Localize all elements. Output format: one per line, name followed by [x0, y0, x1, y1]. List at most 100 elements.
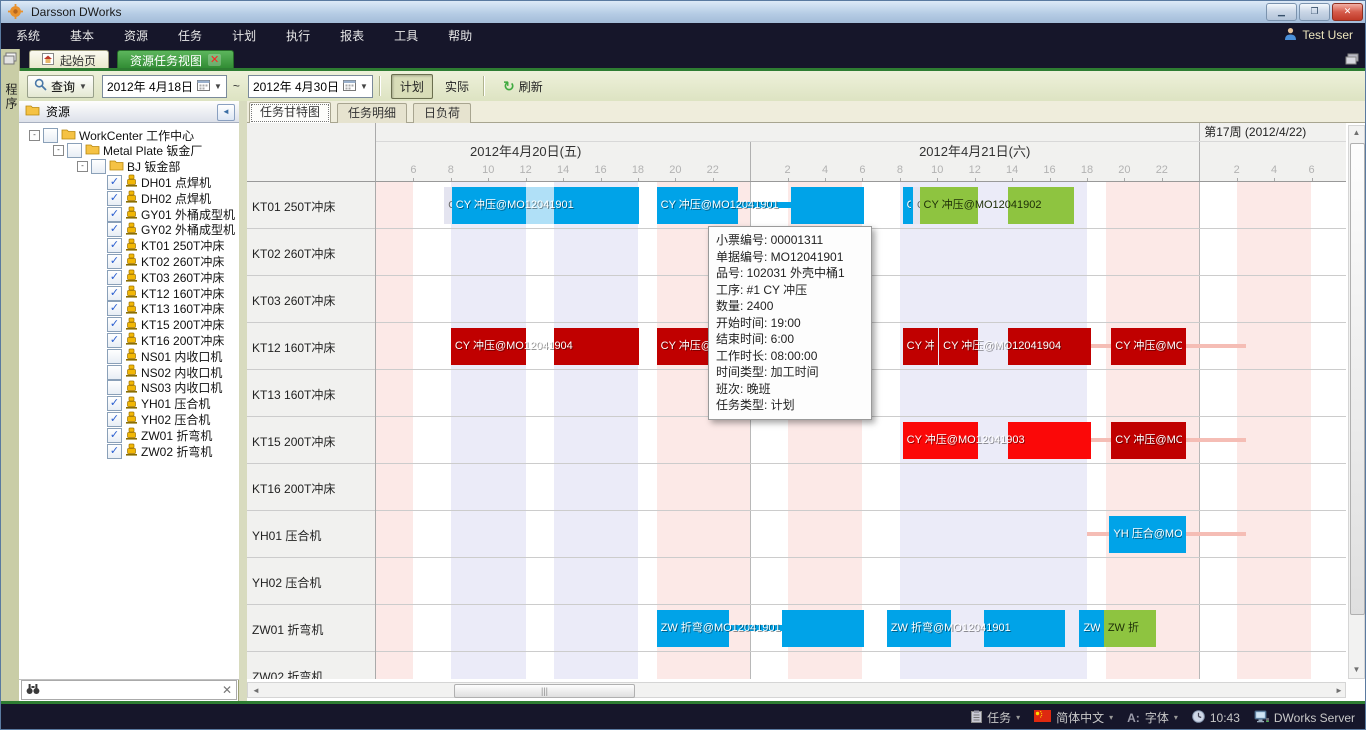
- tree-folder-node[interactable]: -BJ 钣金部: [77, 159, 180, 175]
- tab-close-icon[interactable]: ✕: [208, 54, 221, 66]
- window-list-icon[interactable]: [1345, 53, 1359, 68]
- tree-leaf-node[interactable]: ✓KT15 200T冲床: [107, 317, 224, 333]
- status-item-10:43[interactable]: 10:43: [1192, 710, 1240, 726]
- tree-leaf-node[interactable]: ✓DH02 点焊机: [107, 190, 211, 206]
- tree-checkbox[interactable]: ✓: [107, 238, 122, 253]
- tree-checkbox[interactable]: ✓: [107, 254, 122, 269]
- tree-checkbox[interactable]: [107, 349, 122, 364]
- tree-checkbox[interactable]: [107, 380, 122, 395]
- horizontal-scroll-thumb[interactable]: |||: [454, 684, 635, 698]
- task-bar-label[interactable]: CY 冲压@MO12041904: [943, 328, 1087, 365]
- scroll-left-arrow[interactable]: ◄: [250, 686, 262, 696]
- tree-checkbox[interactable]: [43, 128, 58, 143]
- query-button[interactable]: 查询 ▼: [27, 75, 94, 98]
- task-bar-label[interactable]: C: [907, 187, 911, 224]
- view-tab-日负荷[interactable]: 日负荷: [413, 103, 471, 123]
- tab-resource-task-view[interactable]: 资源任务视图 ✕: [117, 50, 234, 69]
- tree-checkbox[interactable]: ✓: [107, 301, 122, 316]
- tree-expander-icon[interactable]: -: [29, 130, 40, 141]
- tree-checkbox[interactable]: [67, 143, 82, 158]
- title-bar[interactable]: Darsson DWorks ▁ ❐ ✕: [1, 1, 1366, 24]
- tree-search-box[interactable]: ✕: [21, 680, 237, 700]
- side-strip-label[interactable]: 程序: [3, 83, 20, 111]
- task-bar-label[interactable]: CY 冲: [907, 328, 935, 365]
- tree-leaf-node[interactable]: ✓KT12 160T冲床: [107, 285, 224, 301]
- tree-checkbox[interactable]: ✓: [107, 270, 122, 285]
- menu-item-报表[interactable]: 报表: [325, 23, 379, 49]
- tree-leaf-node[interactable]: ✓ZW01 折弯机: [107, 427, 212, 443]
- tree-checkbox[interactable]: ✓: [107, 175, 122, 190]
- program-dock-icon[interactable]: [3, 52, 17, 68]
- tree-leaf-node[interactable]: ✓KT16 200T冲床: [107, 332, 224, 348]
- task-bar-label[interactable]: ZW 折弯@MO12041901: [891, 610, 1061, 647]
- tree-expander-icon[interactable]: -: [53, 145, 64, 156]
- task-bar-label[interactable]: CY 冲压@MO12041903: [907, 422, 1087, 459]
- tree-checkbox[interactable]: ✓: [107, 444, 122, 459]
- status-item-任务[interactable]: 任务▾: [971, 709, 1020, 726]
- tree-checkbox[interactable]: [91, 159, 106, 174]
- task-bar-label[interactable]: CY 冲压@MO12041901: [456, 187, 635, 224]
- tree-leaf-node[interactable]: ✓KT13 160T冲床: [107, 301, 224, 317]
- menu-item-工具[interactable]: 工具: [379, 23, 433, 49]
- close-button[interactable]: ✕: [1332, 3, 1363, 21]
- date-from-field[interactable]: 2012年 4月18日 ▼: [102, 75, 227, 98]
- menu-item-执行[interactable]: 执行: [271, 23, 325, 49]
- plan-toggle-button[interactable]: 计划: [391, 74, 433, 99]
- refresh-button[interactable]: ↻ 刷新: [495, 75, 551, 98]
- menu-item-基本[interactable]: 基本: [55, 23, 109, 49]
- tree-checkbox[interactable]: ✓: [107, 412, 122, 427]
- tree-leaf-node[interactable]: ✓GY01 外桶成型机: [107, 206, 235, 222]
- task-bar-label[interactable]: ZW 折: [1108, 610, 1152, 647]
- task-bar-label[interactable]: CY 冲压@MO12041901: [661, 187, 861, 224]
- menu-item-资源[interactable]: 资源: [109, 23, 163, 49]
- task-bar-label[interactable]: CY 冲压@MO1: [1115, 328, 1182, 365]
- tree-checkbox[interactable]: [107, 365, 122, 380]
- tree-checkbox[interactable]: ✓: [107, 396, 122, 411]
- tree-expander-icon[interactable]: -: [77, 161, 88, 172]
- menu-item-任务[interactable]: 任务: [163, 23, 217, 49]
- tree-folder-node[interactable]: -WorkCenter 工作中心: [29, 127, 194, 143]
- tree-leaf-node[interactable]: ✓YH01 压合机: [107, 396, 210, 412]
- actual-toggle-button[interactable]: 实际: [437, 75, 477, 98]
- tree-leaf-node[interactable]: ✓KT01 250T冲床: [107, 238, 224, 254]
- scroll-right-arrow[interactable]: ►: [1333, 686, 1345, 696]
- tab-home[interactable]: 起始页: [29, 50, 109, 69]
- status-item-字体[interactable]: A:字体▾: [1127, 709, 1178, 726]
- task-bar-label[interactable]: CY 冲压@MO1: [1115, 422, 1182, 459]
- task-bar-label[interactable]: ZW: [1083, 610, 1099, 647]
- tree-checkbox[interactable]: ✓: [107, 317, 122, 332]
- collapse-panel-button[interactable]: ◄: [217, 104, 235, 121]
- tree-checkbox[interactable]: ✓: [107, 222, 122, 237]
- view-tab-任务甘特图[interactable]: 任务甘特图: [249, 102, 331, 124]
- tree-leaf-node[interactable]: NS02 内收口机: [107, 364, 222, 380]
- tree-leaf-node[interactable]: ✓KT03 260T冲床: [107, 269, 224, 285]
- tree-checkbox[interactable]: ✓: [107, 428, 122, 443]
- status-item-简体中文[interactable]: 简体中文▾: [1034, 709, 1113, 726]
- vertical-scroll-thumb[interactable]: [1350, 143, 1365, 615]
- tree-checkbox[interactable]: ✓: [107, 207, 122, 222]
- gantt-horizontal-scrollbar[interactable]: [247, 682, 1346, 698]
- restore-button[interactable]: ❐: [1299, 3, 1330, 21]
- tree-leaf-node[interactable]: ✓DH01 点焊机: [107, 174, 211, 190]
- task-bar-label[interactable]: ZW 折弯@MO12041901: [661, 610, 861, 647]
- tree-leaf-node[interactable]: NS03 内收口机: [107, 380, 222, 396]
- current-user[interactable]: Test User: [1284, 27, 1353, 43]
- tree-leaf-node[interactable]: ✓ZW02 折弯机: [107, 443, 212, 459]
- scroll-up-arrow[interactable]: ▲: [1349, 128, 1364, 140]
- menu-item-系统[interactable]: 系统: [1, 23, 55, 49]
- menu-item-计划[interactable]: 计划: [217, 23, 271, 49]
- tree-leaf-node[interactable]: ✓YH02 压合机: [107, 411, 210, 427]
- minimize-button[interactable]: ▁: [1266, 3, 1297, 21]
- tree-leaf-node[interactable]: ✓GY02 外桶成型机: [107, 222, 235, 238]
- task-bar-label[interactable]: CY 冲压@MO12041904: [455, 328, 635, 365]
- tree-checkbox[interactable]: ✓: [107, 286, 122, 301]
- task-bar-label[interactable]: CY 冲压@MO12041902: [924, 187, 1070, 224]
- tree-leaf-node[interactable]: NS01 内收口机: [107, 348, 222, 364]
- tree-checkbox[interactable]: ✓: [107, 333, 122, 348]
- tree-checkbox[interactable]: ✓: [107, 191, 122, 206]
- clear-search-icon[interactable]: ✕: [222, 683, 232, 697]
- scroll-down-arrow[interactable]: ▼: [1349, 665, 1364, 677]
- task-bar-label[interactable]: YH 压合@MO1: [1113, 516, 1182, 553]
- menu-item-帮助[interactable]: 帮助: [433, 23, 487, 49]
- tree-leaf-node[interactable]: ✓KT02 260T冲床: [107, 253, 224, 269]
